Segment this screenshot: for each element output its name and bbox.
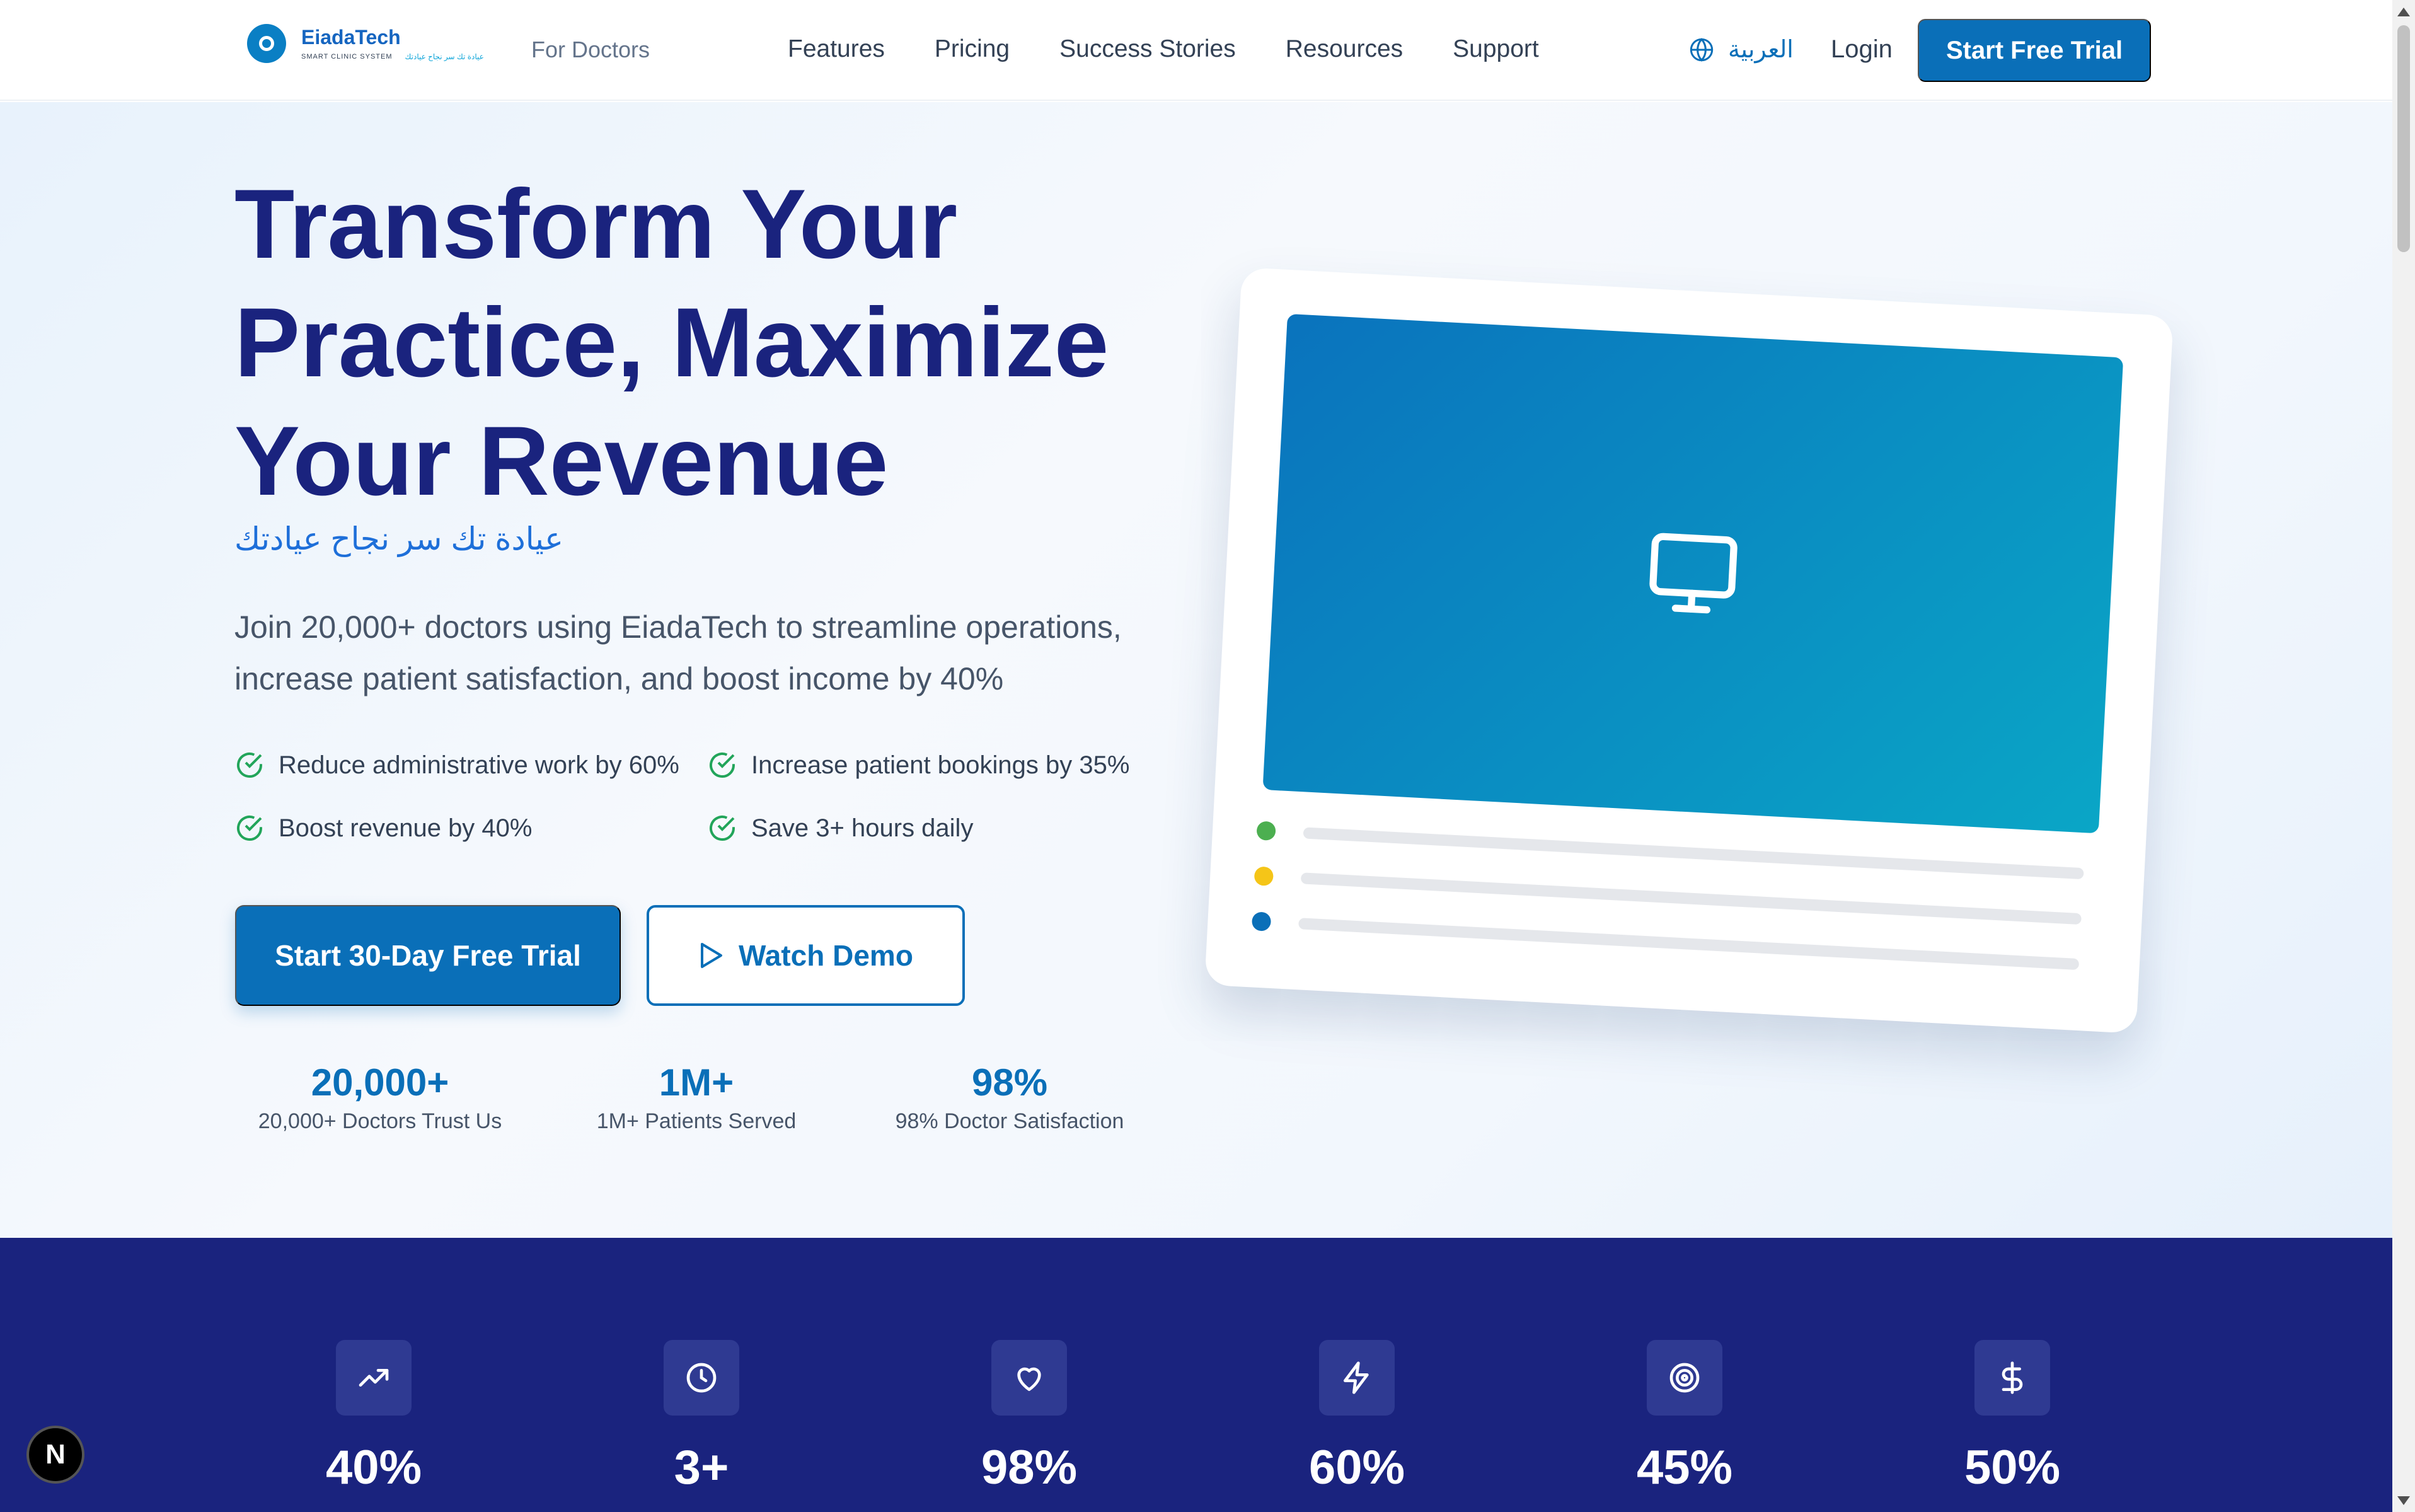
benefit-item: Boost revenue by 40%: [234, 813, 532, 843]
logo-mark-icon: [247, 24, 286, 63]
mockup-screen: [1262, 313, 2124, 834]
benefit-item: Increase patient bookings by 35%: [707, 750, 1129, 780]
top-navbar: EiadaTech SMART CLINIC SYSTEM عيادة تك س…: [0, 0, 2392, 101]
trending-up-icon: [336, 1340, 412, 1416]
target-icon: [1647, 1340, 1722, 1416]
dev-tools-badge[interactable]: N: [26, 1426, 84, 1484]
impact-stat: 60%: [1288, 1340, 1426, 1496]
benefit-label: Save 3+ hours daily: [751, 814, 974, 842]
benefit-item: Save 3+ hours daily: [707, 813, 973, 843]
stat-label: 20,000+ Doctors Trust Us: [258, 1109, 502, 1133]
language-switcher[interactable]: العربية: [1689, 35, 1794, 64]
impact-stat: 45%: [1615, 1340, 1754, 1496]
impact-stat: 3+: [632, 1340, 771, 1496]
impact-value: 45%: [1636, 1441, 1733, 1494]
stat-label: 98% Doctor Satisfaction: [895, 1109, 1124, 1133]
impact-stat: 40%: [304, 1340, 443, 1496]
stat-value: 98%: [971, 1061, 1048, 1104]
hero-subtitle: Join 20,000+ doctors using EiadaTech to …: [234, 609, 1122, 696]
benefit-item: Reduce administrative work by 60%: [234, 750, 679, 780]
login-link[interactable]: Login: [1831, 35, 1893, 64]
hero-section: Transform Your Practice, Maximize Your R…: [0, 102, 2392, 1238]
impact-value: 50%: [1964, 1441, 2061, 1494]
scroll-up-arrow-icon[interactable]: [2397, 8, 2410, 16]
stat-value: 1M+: [659, 1061, 734, 1104]
status-dot: [1251, 911, 1272, 932]
watch-demo-button[interactable]: Watch Demo: [647, 905, 965, 1006]
scroll-down-arrow-icon[interactable]: [2397, 1496, 2410, 1505]
scrollbar-thumb[interactable]: [2397, 25, 2410, 252]
check-circle-icon: [237, 753, 262, 778]
nav-resources[interactable]: Resources: [1286, 35, 1403, 63]
lightning-icon: [1319, 1340, 1395, 1416]
watch-demo-label: Watch Demo: [739, 939, 913, 972]
nav-pricing[interactable]: Pricing: [935, 35, 1010, 63]
placeholder-bar: [1303, 827, 2084, 880]
heart-icon: [991, 1340, 1067, 1416]
logo-arabic-tagline: عيادة تك سر نجاح عيادتك: [405, 52, 484, 61]
for-doctors-label: For Doctors: [531, 37, 650, 62]
start-free-trial-button[interactable]: Start Free Trial: [1918, 19, 2151, 82]
check-circle-icon: [237, 816, 262, 841]
dashboard-mockup: [1204, 267, 2174, 1034]
nav-features[interactable]: Features: [788, 35, 885, 63]
logo-name: EiadaTech: [301, 26, 401, 49]
clock-icon: [664, 1340, 739, 1416]
monitor-icon: [1649, 533, 1738, 614]
benefit-label: Increase patient bookings by 35%: [751, 751, 1130, 779]
hero-title-line-1: Transform Your: [234, 170, 958, 279]
impact-stat: 98%: [960, 1340, 1098, 1496]
hero-stat: 98% 98% Doctor Satisfaction: [890, 1060, 1129, 1134]
check-circle-icon: [710, 816, 735, 841]
impact-value: 60%: [1308, 1441, 1405, 1494]
impact-value: 40%: [325, 1441, 422, 1494]
check-circle-icon: [710, 753, 735, 778]
globe-icon: [1690, 37, 1714, 62]
page-scrollbar[interactable]: [2392, 0, 2415, 1512]
status-dot: [1254, 866, 1274, 886]
hero-title-line-3: Your Revenue: [234, 407, 889, 516]
impact-value: 3+: [674, 1441, 729, 1494]
status-dot: [1256, 821, 1276, 841]
language-label: العربية: [1728, 37, 1794, 63]
logo[interactable]: EiadaTech SMART CLINIC SYSTEM عيادة تك س…: [247, 24, 484, 63]
hero-title-line-2: Practice, Maximize: [234, 288, 1109, 398]
logo-tagline: SMART CLINIC SYSTEM: [301, 53, 393, 61]
placeholder-bar: [1298, 918, 2080, 971]
hero-arabic-tagline: عيادة تك سر نجاح عيادتك: [234, 521, 563, 557]
nav-support[interactable]: Support: [1453, 35, 1539, 63]
dollar-icon: [1974, 1340, 2050, 1416]
nav-success-stories[interactable]: Success Stories: [1059, 35, 1236, 63]
main-nav: Features Pricing Success Stories Resourc…: [788, 35, 1539, 63]
start-30-day-trial-button[interactable]: Start 30-Day Free Trial: [235, 905, 621, 1006]
impact-value: 98%: [981, 1441, 1078, 1494]
hero-title: Transform Your Practice, Maximize Your R…: [234, 165, 1218, 521]
placeholder-bar: [1300, 872, 2082, 925]
stat-label: 1M+ Patients Served: [596, 1109, 797, 1133]
play-icon: [701, 943, 723, 968]
hero-stat: 20,000+ 20,000+ Doctors Trust Us: [257, 1060, 503, 1134]
impact-stat: 50%: [1943, 1340, 2082, 1496]
stat-value: 20,000+: [311, 1061, 449, 1104]
hero-stat: 1M+ 1M+ Patients Served: [583, 1060, 810, 1134]
benefit-label: Reduce administrative work by 60%: [279, 751, 679, 779]
benefit-label: Boost revenue by 40%: [279, 814, 533, 842]
